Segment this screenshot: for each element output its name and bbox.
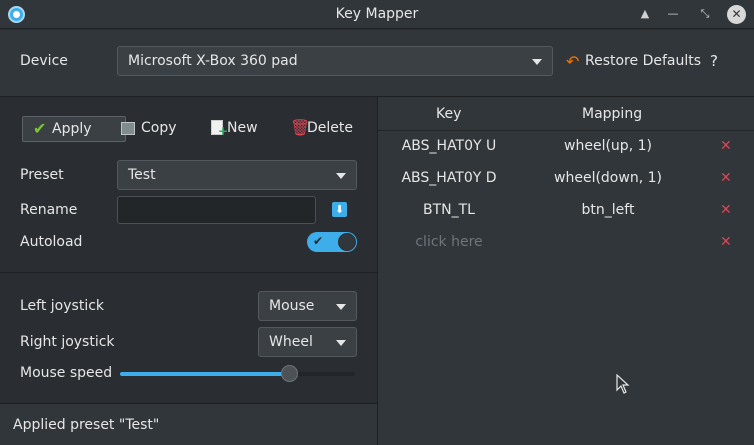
preset-select-value: Test [128, 167, 156, 183]
divider [0, 272, 377, 273]
column-header-key: Key [436, 106, 462, 122]
delete-row-icon[interactable]: ✕ [720, 138, 732, 154]
mapping-cell[interactable]: wheel(down, 1) [520, 170, 696, 186]
new-label: New [227, 120, 258, 136]
copy-icon [121, 122, 135, 135]
table-header: Key Mapping [378, 97, 754, 131]
table-row[interactable]: click here ✕ [378, 227, 754, 259]
chevron-down-icon [336, 304, 346, 310]
copy-label: Copy [141, 120, 177, 136]
key-cell[interactable]: ABS_HAT0Y U [378, 138, 520, 154]
column-header-mapping: Mapping [582, 106, 643, 122]
maximize-icon[interactable]: ⤡ [696, 5, 714, 23]
mapping-cell[interactable]: wheel(up, 1) [520, 138, 696, 154]
delete-row-icon[interactable]: ✕ [720, 170, 732, 186]
help-button[interactable]: ? [710, 52, 718, 70]
device-select-value: Microsoft X-Box 360 pad [128, 53, 298, 69]
autoload-label: Autoload [20, 234, 83, 250]
check-icon: ✔ [313, 234, 324, 248]
chevron-down-icon [532, 59, 542, 65]
device-label: Device [20, 53, 68, 69]
key-placeholder[interactable]: click here [378, 234, 520, 250]
keep-above-icon[interactable]: ▲ [636, 5, 654, 23]
status-text: Applied preset "Test" [13, 417, 160, 433]
left-joystick-label: Left joystick [20, 298, 105, 314]
table-row[interactable]: ABS_HAT0Y U wheel(up, 1) ✕ [378, 131, 754, 163]
autoload-toggle[interactable]: ✔ [307, 232, 357, 252]
chevron-down-icon [336, 173, 346, 179]
mouse-speed-label: Mouse speed [20, 365, 113, 381]
chevron-down-icon [336, 340, 346, 346]
key-cell[interactable]: ABS_HAT0Y D [378, 170, 520, 186]
apply-label: Apply [52, 121, 92, 137]
delete-row-icon[interactable]: ✕ [720, 234, 732, 250]
close-icon[interactable]: ✕ [727, 5, 746, 24]
rename-input[interactable] [117, 196, 316, 224]
right-joystick-select[interactable]: Wheel [258, 327, 357, 357]
delete-label: Delete [307, 120, 353, 136]
title-bar: Key Mapper ▲ — ⤡ ✕ [0, 0, 754, 29]
delete-row-icon[interactable]: ✕ [720, 202, 732, 218]
apply-button[interactable]: ✔ Apply [22, 116, 126, 142]
table-row[interactable]: ABS_HAT0Y D wheel(down, 1) ✕ [378, 163, 754, 195]
rename-label: Rename [20, 202, 78, 218]
mapping-cell[interactable]: btn_left [520, 202, 696, 218]
status-bar: Applied preset "Test" [0, 403, 377, 445]
slider-fill [120, 372, 290, 376]
check-icon: ✔ [33, 119, 47, 138]
delete-button[interactable]: 🗑 Delete [290, 117, 360, 141]
mouse-cursor-icon [616, 374, 630, 394]
copy-button[interactable]: Copy [121, 117, 181, 141]
device-select[interactable]: Microsoft X-Box 360 pad [117, 46, 553, 76]
save-icon[interactable]: ⬇ [332, 202, 347, 217]
new-button[interactable]: New [211, 117, 266, 141]
minimize-icon[interactable]: — [664, 5, 682, 23]
restore-defaults-label: Restore Defaults [585, 53, 702, 69]
right-joystick-label: Right joystick [20, 334, 115, 350]
left-joystick-select[interactable]: Mouse [258, 291, 357, 321]
toggle-knob [338, 233, 356, 251]
undo-icon: ↶ [566, 52, 580, 71]
key-cell[interactable]: BTN_TL [378, 202, 520, 218]
left-joystick-value: Mouse [269, 298, 315, 314]
preset-select[interactable]: Test [117, 160, 357, 190]
table-row[interactable]: BTN_TL btn_left ✕ [378, 195, 754, 227]
mouse-speed-slider[interactable] [120, 365, 355, 382]
preset-label: Preset [20, 167, 64, 183]
trash-icon: 🗑 [290, 118, 311, 137]
right-joystick-value: Wheel [269, 334, 313, 350]
new-file-icon [211, 120, 228, 137]
